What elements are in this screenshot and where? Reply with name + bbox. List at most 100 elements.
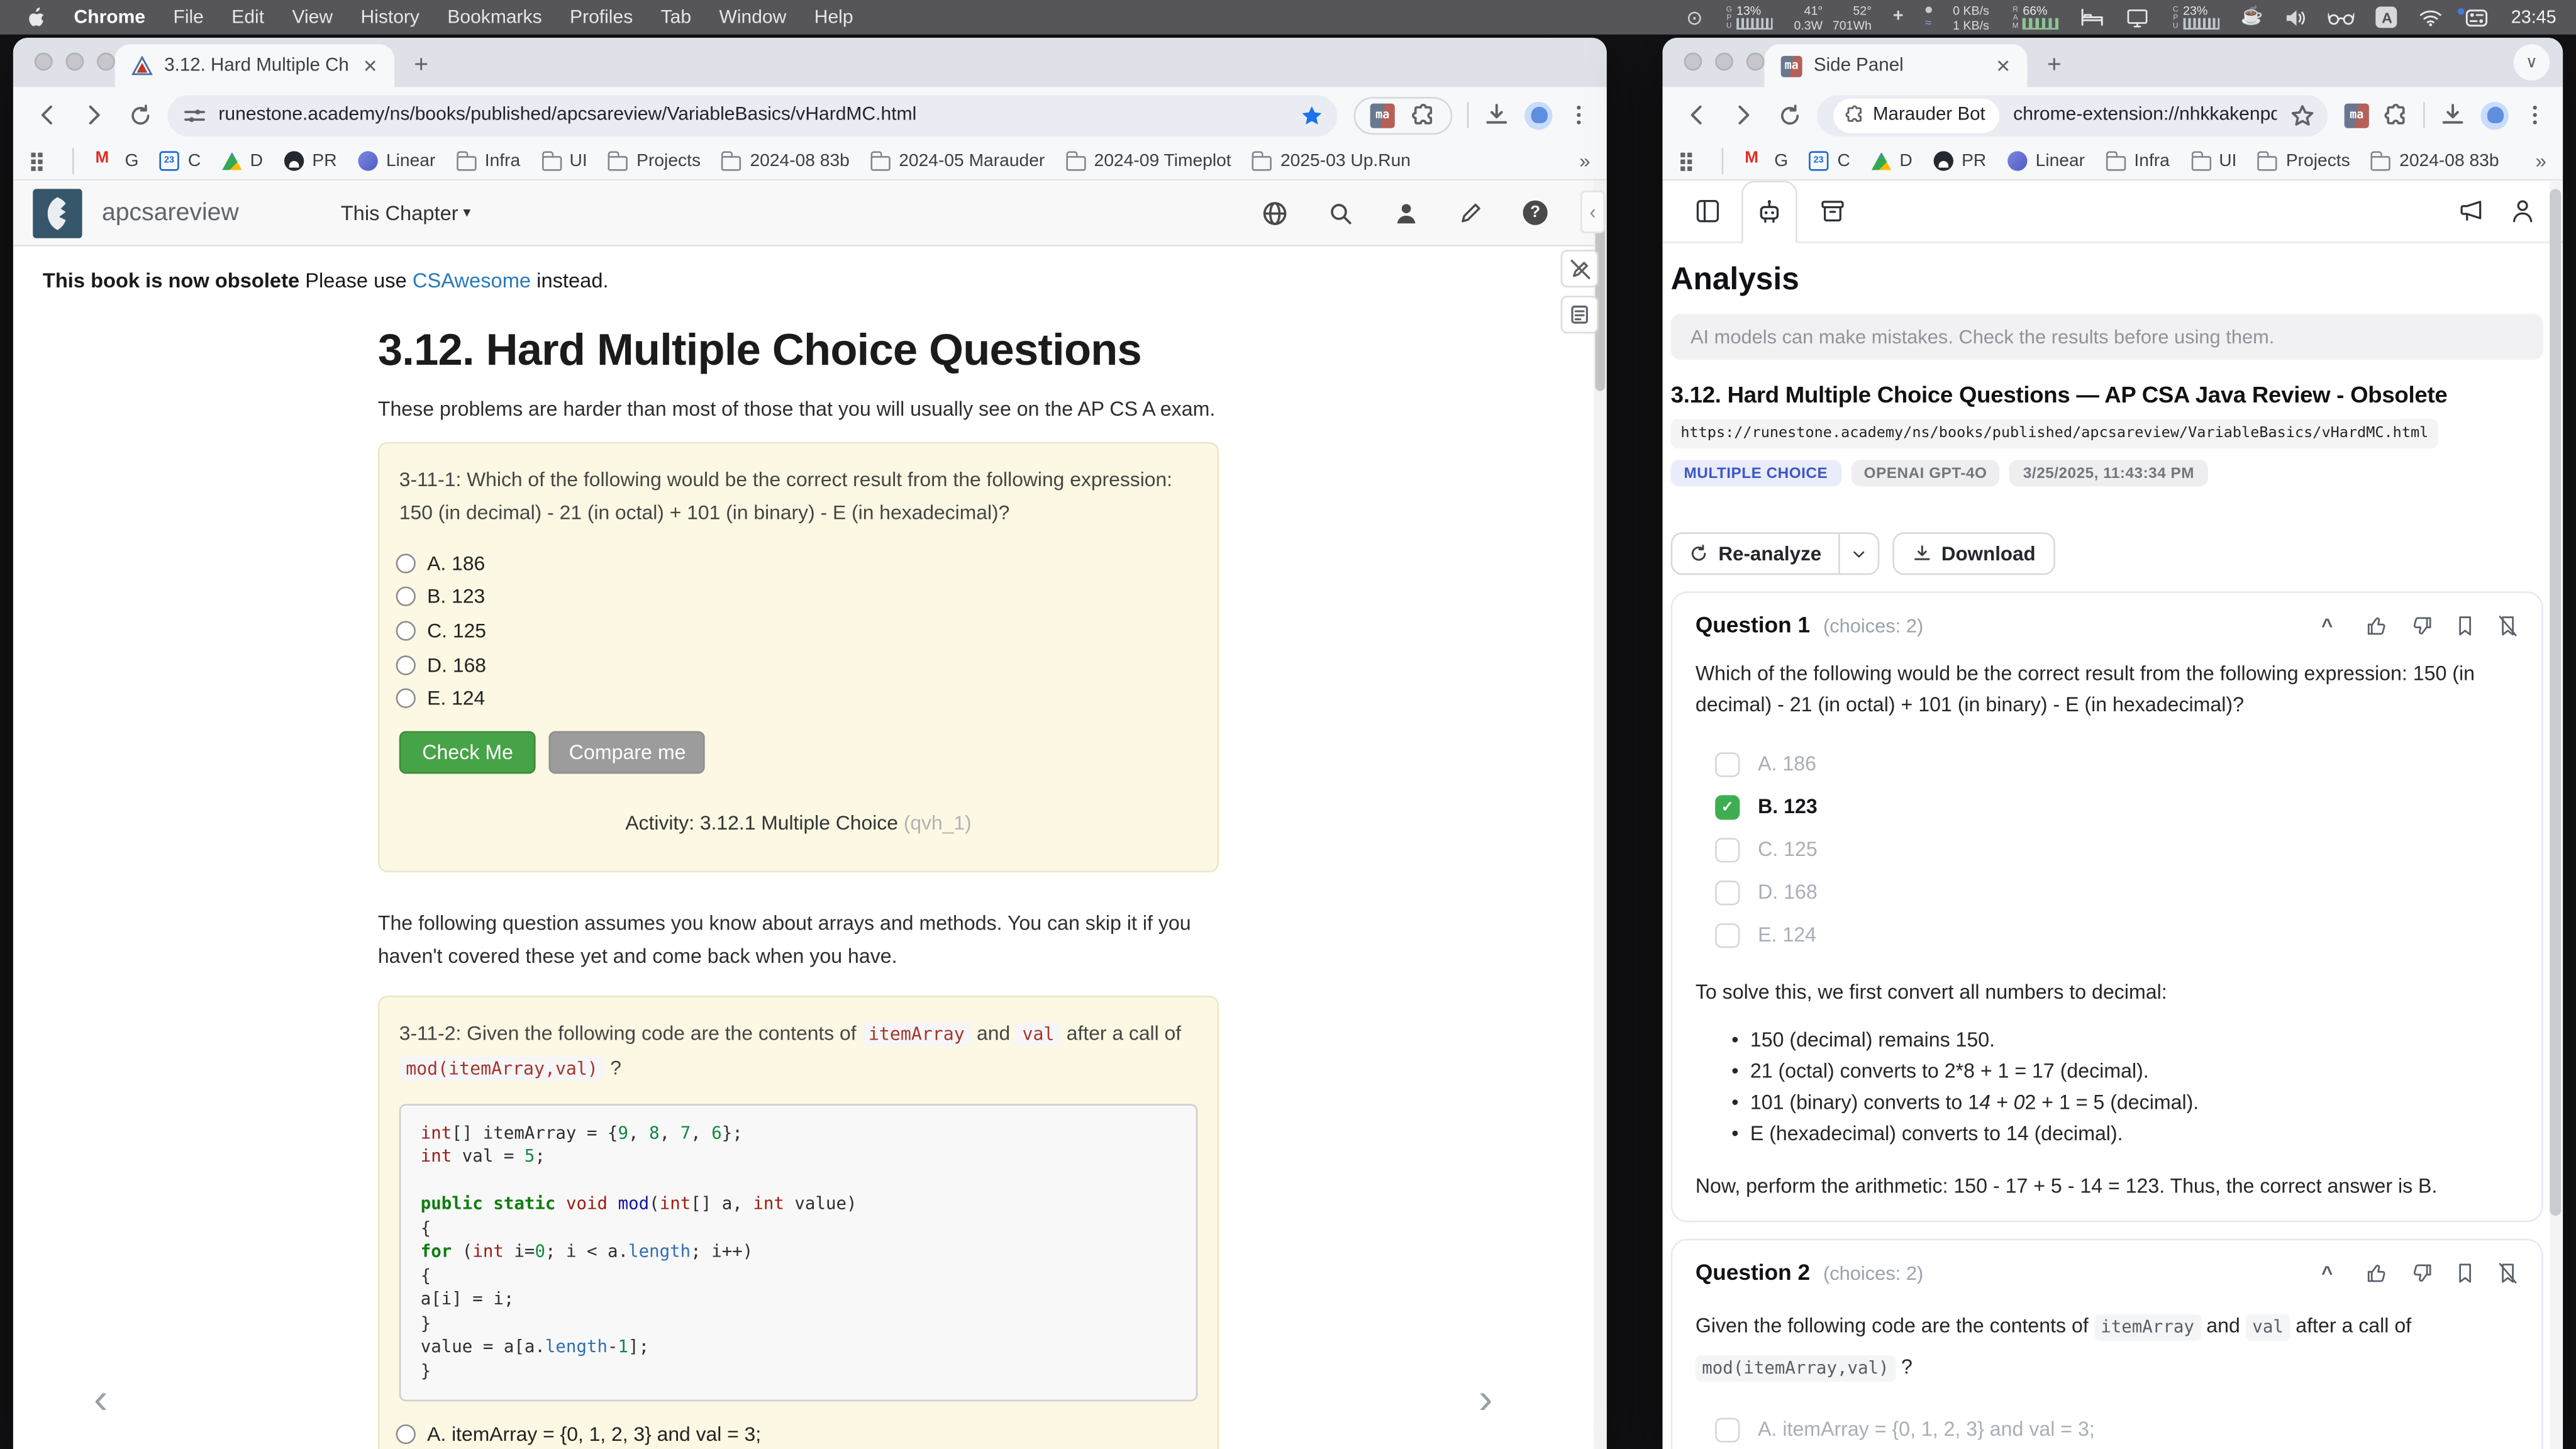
prev-page-button[interactable]: ‹ — [94, 1377, 108, 1419]
bookmark-item[interactable]: D — [1872, 151, 1913, 170]
bookmark-item[interactable]: 2024-05 Marauder — [871, 151, 1045, 170]
marauder-extension-icon[interactable]: ma — [1370, 103, 1395, 127]
profile-avatar[interactable] — [1524, 101, 1552, 129]
thumbs-up-icon[interactable] — [2366, 1261, 2389, 1284]
tab-pages-icon[interactable] — [1679, 186, 1735, 235]
scratch-activecode-button[interactable] — [1561, 250, 1599, 287]
bookmark-item[interactable]: PR — [284, 151, 337, 170]
pencil-icon[interactable] — [1459, 201, 1484, 225]
status-wifi-icon[interactable] — [2419, 8, 2443, 26]
globe-icon[interactable] — [1262, 199, 1288, 226]
downloads-icon[interactable] — [1484, 102, 1510, 128]
page-scrollbar[interactable] — [1594, 180, 1607, 1449]
apps-grid-icon[interactable] — [30, 150, 51, 172]
reload-button[interactable] — [121, 97, 157, 133]
reanalyze-button[interactable]: Re-analyze — [1672, 542, 1838, 565]
new-tab-button[interactable]: + — [414, 51, 428, 79]
status-display-icon[interactable] — [2126, 8, 2150, 27]
thumbs-down-icon[interactable] — [2410, 1261, 2433, 1284]
browser-tab[interactable]: ma Side Panel ✕ — [1765, 45, 2028, 87]
bookmark-slash-icon[interactable] — [2497, 614, 2519, 637]
bookmark-icon[interactable] — [2455, 1261, 2476, 1284]
choice-row[interactable]: C. 125 — [1715, 828, 2518, 871]
radio-option[interactable]: B. 123 — [396, 580, 1201, 614]
bookmarks-overflow-icon[interactable]: » — [2536, 150, 2546, 173]
status-gpu-meter[interactable]: GPU 13% — [1724, 5, 1772, 30]
apple-menu-icon[interactable] — [26, 6, 46, 29]
collapse-icon[interactable]: ^ — [2321, 1261, 2333, 1284]
radio-button[interactable] — [396, 655, 416, 674]
menu-item[interactable]: Help — [814, 8, 853, 27]
bookmark-item[interactable]: Infra — [457, 151, 520, 170]
radio-button[interactable] — [396, 621, 416, 640]
choice-row[interactable]: E. 124 — [1715, 914, 2518, 957]
minimize-window-button[interactable] — [65, 53, 84, 71]
bookmark-item[interactable]: G — [1745, 151, 1788, 170]
bookmark-icon[interactable] — [2455, 614, 2476, 637]
menu-item[interactable]: Profiles — [570, 8, 633, 27]
compare-me-button[interactable]: Compare me — [549, 732, 705, 775]
next-page-button[interactable]: › — [1479, 1377, 1493, 1419]
radio-button[interactable] — [396, 1424, 416, 1443]
tab-search-chevron[interactable]: ∨ — [2514, 45, 2550, 80]
radio-option[interactable]: A. itemArray = {0, 1, 2, 3} and val = 3; — [396, 1416, 1201, 1449]
menu-item[interactable]: Bookmarks — [447, 8, 541, 27]
radio-button[interactable] — [396, 689, 416, 708]
bookmark-item[interactable]: Projects — [609, 151, 701, 170]
download-button[interactable]: Download — [1892, 532, 2055, 575]
new-tab-button[interactable]: + — [2047, 51, 2062, 79]
thumbs-down-icon[interactable] — [2410, 614, 2433, 637]
site-settings-icon[interactable] — [184, 104, 206, 126]
chapter-dropdown[interactable]: This Chapter▾ — [341, 201, 471, 225]
checkbox[interactable] — [1715, 1418, 1740, 1442]
user-icon[interactable] — [1393, 199, 1419, 226]
status-toggles-icon[interactable] — [2465, 8, 2490, 27]
account-icon[interactable] — [2509, 197, 2536, 225]
menu-app-name[interactable]: Chrome — [74, 8, 146, 27]
menu-item[interactable]: History — [360, 8, 419, 27]
radio-button[interactable] — [396, 587, 416, 607]
collapse-icon[interactable]: ^ — [2321, 614, 2333, 637]
runestone-logo[interactable] — [33, 188, 82, 237]
thumbs-up-icon[interactable] — [2366, 614, 2389, 637]
reload-button[interactable] — [1771, 97, 1807, 133]
reanalyze-dropdown[interactable] — [1838, 534, 1877, 574]
bookmark-slash-icon[interactable] — [2497, 1261, 2519, 1284]
status-health-icon[interactable]: + — [1893, 8, 1904, 26]
bookmark-item[interactable]: 2025-03 Up.Run — [1253, 151, 1411, 170]
radio-option[interactable]: E. 124 — [396, 682, 1201, 716]
menu-item[interactable]: Edit — [231, 8, 264, 27]
bookmark-star-icon[interactable] — [1299, 103, 1324, 127]
status-stop-icon[interactable]: ⊙ — [1686, 8, 1702, 27]
search-icon[interactable] — [1328, 199, 1354, 226]
status-caffeine-icon[interactable]: ☕ — [2240, 8, 2263, 26]
address-bar[interactable]: Marauder Bot chrome-extension://nhkkaken… — [1817, 94, 2328, 135]
choice-row[interactable]: B. 123 — [1715, 786, 2518, 828]
status-glasses-icon[interactable] — [2329, 9, 2355, 25]
help-icon[interactable]: ? — [1523, 201, 1548, 225]
zoom-window-button[interactable] — [97, 53, 115, 71]
bookmark-item[interactable]: PR — [1934, 151, 1987, 170]
forward-button[interactable] — [75, 97, 111, 133]
tab-close-icon[interactable]: ✕ — [1992, 55, 2014, 77]
radio-button[interactable] — [396, 553, 416, 573]
tab-analysis-robot-icon[interactable] — [1741, 180, 1797, 243]
back-button[interactable] — [30, 97, 65, 133]
extensions-puzzle-icon[interactable] — [2384, 103, 2408, 127]
zoom-window-button[interactable] — [1746, 53, 1765, 71]
bookmark-item[interactable]: 2024-08 83b — [2372, 151, 2499, 170]
address-bar[interactable]: runestone.academy/ns/books/published/apc… — [167, 94, 1337, 135]
status-cpu-meter[interactable]: CPU 23% — [2170, 5, 2219, 30]
back-button[interactable] — [1679, 97, 1715, 133]
marauder-extension-icon[interactable]: ma — [2345, 103, 2369, 127]
radio-option[interactable]: D. 168 — [396, 648, 1201, 682]
checkbox[interactable] — [1715, 837, 1740, 862]
extension-name-chip[interactable]: Marauder Bot — [1833, 97, 2000, 132]
profile-avatar[interactable] — [2480, 101, 2508, 129]
close-window-button[interactable] — [35, 53, 53, 71]
checkbox[interactable] — [1715, 923, 1740, 947]
browser-tab[interactable]: 3.12. Hard Multiple Choice Qu ✕ — [115, 45, 394, 87]
status-bed-icon[interactable] — [2080, 8, 2105, 26]
checkbox[interactable] — [1715, 752, 1740, 776]
choice-row[interactable]: A. itemArray = {0, 1, 2, 3} and val = 3; — [1715, 1408, 2518, 1449]
